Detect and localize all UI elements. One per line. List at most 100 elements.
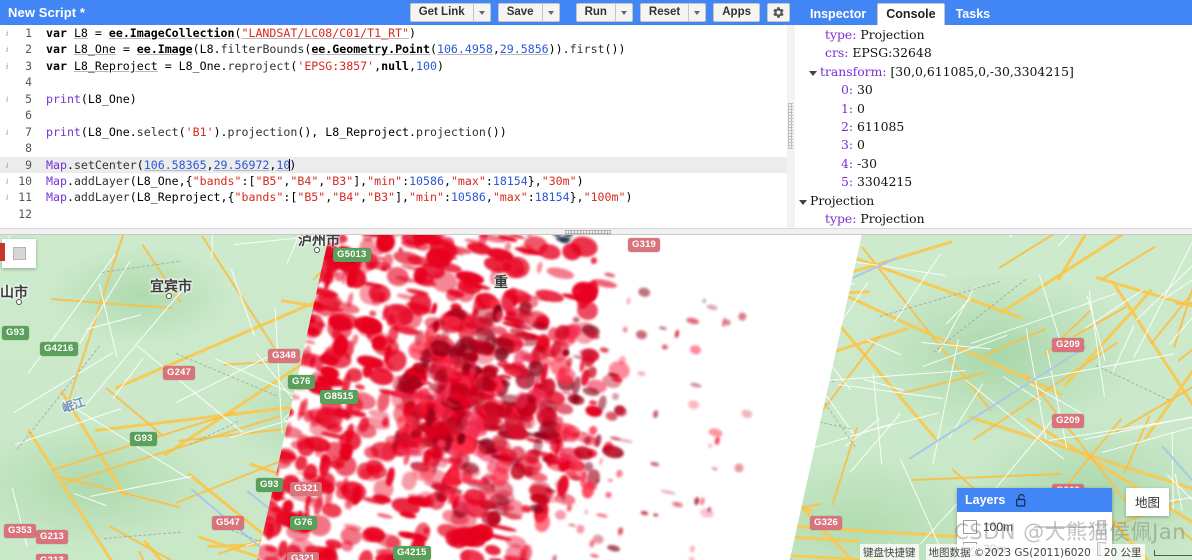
gear-icon	[773, 7, 784, 18]
highway-shield: G213	[36, 554, 69, 560]
map-drawing-tools-control[interactable]	[0, 239, 36, 268]
code-line[interactable]: i 2 var L8_One = ee.Image(L8.filterBounds(…	[0, 41, 787, 57]
reset-dropdown-arrow[interactable]	[689, 3, 707, 22]
editor-map-splitter[interactable]	[0, 228, 1192, 235]
boundary-line	[1096, 365, 1170, 401]
landsat-pixel-cluster	[652, 409, 660, 419]
code-line[interactable]: 12	[0, 206, 787, 222]
splitter-grip-vertical[interactable]	[788, 103, 793, 149]
line-info-icon[interactable]: i	[0, 58, 14, 74]
reset-group[interactable]: Reset	[639, 3, 707, 22]
triangle-down-icon[interactable]	[809, 70, 817, 76]
apps-group[interactable]: Apps	[713, 3, 760, 22]
run-button[interactable]: Run	[575, 3, 616, 22]
highway-shield: G209	[1052, 414, 1085, 428]
code-line[interactable]: i 9 Map.setCenter(106.58365,29.56972,10)	[0, 156, 787, 173]
tab-console[interactable]: Console	[877, 3, 945, 25]
save-group[interactable]: Save	[497, 3, 560, 22]
road-line	[1171, 431, 1175, 511]
console-row[interactable]: type: Projection	[795, 211, 1192, 229]
landsat-pixel-cluster	[687, 556, 696, 560]
triangle-down-icon[interactable]	[799, 199, 807, 205]
landsat-pixel-cluster	[590, 553, 600, 559]
map-type-button[interactable]: 地图	[1126, 488, 1170, 516]
console-value: 3304215	[857, 174, 913, 190]
landsat-pixel-cluster	[699, 496, 706, 506]
line-info-icon[interactable]: i	[0, 124, 14, 140]
get-link-button[interactable]: Get Link	[409, 3, 474, 22]
save-button[interactable]: Save	[497, 3, 543, 22]
tab-tasks[interactable]: Tasks	[947, 3, 1000, 25]
landsat-pixel-cluster	[554, 509, 568, 521]
keyboard-shortcuts-link[interactable]: 键盘快捷键	[860, 544, 919, 560]
code-line[interactable]: i 3 var L8_Reproject = L8_One.reproject('E…	[0, 58, 787, 74]
console-row[interactable]: 4: -30	[795, 156, 1192, 174]
map-scale-bar	[1153, 549, 1192, 556]
reset-button[interactable]: Reset	[639, 3, 690, 22]
landsat-pixel-cluster	[689, 382, 702, 389]
rectangle-tool-icon[interactable]	[12, 247, 26, 260]
settings-button[interactable]	[767, 3, 790, 22]
code-line[interactable]: i 1 var L8 = ee.ImageCollection("LANDSAT/L…	[0, 25, 787, 41]
run-group[interactable]: Run	[575, 3, 633, 22]
landsat-pixel-cluster	[652, 512, 659, 518]
code-line[interactable]: 8	[0, 140, 787, 156]
line-number: 10	[18, 173, 32, 188]
highway-shield: G8515	[320, 390, 358, 404]
console-row[interactable]: 2: 611085	[795, 119, 1192, 137]
apps-button[interactable]: Apps	[713, 3, 760, 22]
line-info-icon[interactable]: i	[0, 91, 14, 107]
code-editor[interactable]: i 1 var L8 = ee.ImageCollection("LANDSAT/L…	[0, 25, 787, 228]
code-line[interactable]: i 5 print(L8_One)	[0, 91, 787, 107]
console-row[interactable]: 0: 30	[795, 82, 1192, 100]
landsat-pixel-cluster	[685, 316, 700, 325]
save-dropdown-arrow[interactable]	[542, 3, 560, 22]
landsat-pixel-cluster	[634, 328, 648, 341]
get-link-group[interactable]: Get Link	[409, 3, 491, 22]
line-info-icon[interactable]: i	[0, 173, 14, 189]
code-lines[interactable]: i 1 var L8 = ee.ImageCollection("LANDSAT/L…	[0, 25, 787, 222]
landsat-pixel-cluster	[674, 329, 680, 339]
console-row[interactable]: type: Projection	[795, 27, 1192, 45]
line-info-icon[interactable]: i	[0, 157, 14, 173]
tab-inspector[interactable]: Inspector	[801, 3, 875, 25]
code-line[interactable]: 6	[0, 107, 787, 123]
landsat-pixel-cluster	[689, 545, 696, 553]
highway-shield: G353	[4, 524, 37, 538]
landsat-pixel-cluster	[598, 457, 604, 466]
console-row[interactable]: crs: EPSG:32648	[795, 45, 1192, 63]
landsat-pixel-cluster	[650, 461, 660, 467]
line-info-icon[interactable]: i	[0, 189, 14, 205]
console-row[interactable]: transform: [30,0,611085,0,-30,3304215]	[795, 64, 1192, 82]
console-key: transform:	[820, 63, 891, 79]
landsat-pixel-cluster	[687, 398, 701, 411]
top-toolbar: New Script * Get Link Save Run Reset App…	[0, 0, 795, 25]
code-line[interactable]: 4	[0, 74, 787, 90]
get-link-dropdown-arrow[interactable]	[473, 3, 491, 22]
map-canvas[interactable]: G5013 G319 G93 G4216 G348 G209 G247 G76 G8515 G20…	[0, 235, 1192, 560]
unlocked-padlock-icon[interactable]	[1015, 493, 1028, 508]
console-output[interactable]: type: Projection crs: EPSG:32648 transform…	[795, 25, 1192, 233]
landsat-pixel-cluster	[705, 303, 719, 312]
map-scale-label: 20 公里	[1100, 544, 1145, 560]
console-row[interactable]: 3: 0	[795, 137, 1192, 155]
highway-shield: G321	[290, 482, 323, 496]
run-dropdown-arrow[interactable]	[615, 3, 633, 22]
road-line	[1101, 245, 1156, 280]
code-line[interactable]: i 7 print(L8_One.select('B1').projection()…	[0, 124, 787, 140]
landsat-pixel-cluster	[607, 478, 614, 483]
landsat-pixel-cluster	[568, 523, 577, 528]
console-row[interactable]: Projection	[795, 193, 1192, 211]
line-info-icon[interactable]: i	[0, 25, 14, 41]
road-line	[11, 487, 29, 548]
road-line	[1164, 245, 1192, 300]
line-info-icon[interactable]: i	[0, 41, 14, 57]
editor-console-splitter[interactable]	[787, 25, 795, 228]
code-line[interactable]: i 11 Map.addLayer(L8_Reproject,{"bands":["…	[0, 189, 787, 205]
right-panel-tabs[interactable]: Inspector Console Tasks	[795, 0, 1192, 25]
console-key: 2:	[841, 118, 857, 134]
landsat-pixel-cluster	[565, 503, 573, 512]
code-line[interactable]: i 10 Map.addLayer(L8_One,{"bands":["B5","B…	[0, 173, 787, 189]
console-row[interactable]: 5: 3304215	[795, 174, 1192, 192]
console-row[interactable]: 1: 0	[795, 101, 1192, 119]
